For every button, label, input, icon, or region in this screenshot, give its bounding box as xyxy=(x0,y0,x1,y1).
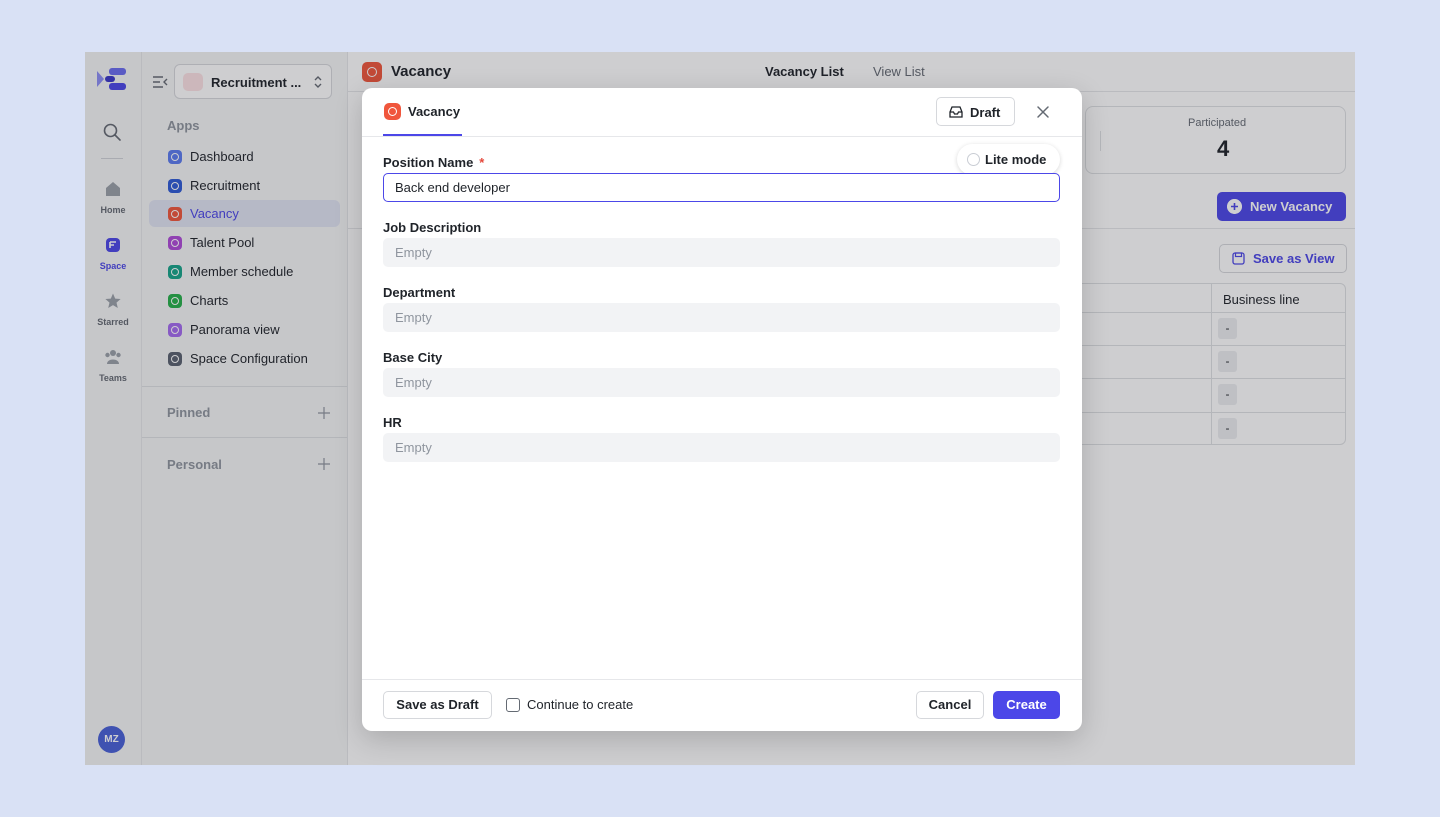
vacancy-icon xyxy=(384,103,401,120)
continue-to-create-label[interactable]: Continue to create xyxy=(527,697,633,712)
position-name-input[interactable]: Back end developer xyxy=(383,173,1060,202)
dialog-header: Vacancy Draft xyxy=(362,88,1082,137)
job-description-label: Job Description xyxy=(383,220,482,235)
required-marker: * xyxy=(479,155,485,170)
lite-mode-radio[interactable] xyxy=(967,153,980,166)
dialog-tab-vacancy[interactable]: Vacancy xyxy=(408,104,460,119)
department-label: Department xyxy=(383,285,456,300)
department-input[interactable]: Empty xyxy=(383,303,1060,332)
create-button[interactable]: Create xyxy=(993,691,1060,719)
inbox-icon xyxy=(949,106,963,118)
base-city-input[interactable]: Empty xyxy=(383,368,1060,397)
position-name-label: Position Name * xyxy=(383,155,484,170)
hr-input[interactable]: Empty xyxy=(383,433,1060,462)
lite-mode-toggle[interactable]: Lite mode xyxy=(957,144,1060,175)
base-city-label: Base City xyxy=(383,350,443,365)
job-description-input[interactable]: Empty xyxy=(383,238,1060,267)
position-name-label-text: Position Name xyxy=(383,155,474,170)
save-as-draft-button[interactable]: Save as Draft xyxy=(383,691,492,719)
close-icon[interactable] xyxy=(1033,102,1053,122)
hr-label: HR xyxy=(383,415,402,430)
create-vacancy-dialog: Vacancy Draft Lite mode Position Name * B… xyxy=(362,88,1082,731)
lite-mode-label: Lite mode xyxy=(985,152,1047,167)
continue-to-create-checkbox[interactable] xyxy=(506,698,520,712)
cancel-button[interactable]: Cancel xyxy=(916,691,984,719)
dialog-footer-divider xyxy=(362,679,1082,680)
draft-label: Draft xyxy=(970,105,1001,120)
draft-button[interactable]: Draft xyxy=(936,97,1015,126)
active-tab-indicator xyxy=(383,134,462,136)
